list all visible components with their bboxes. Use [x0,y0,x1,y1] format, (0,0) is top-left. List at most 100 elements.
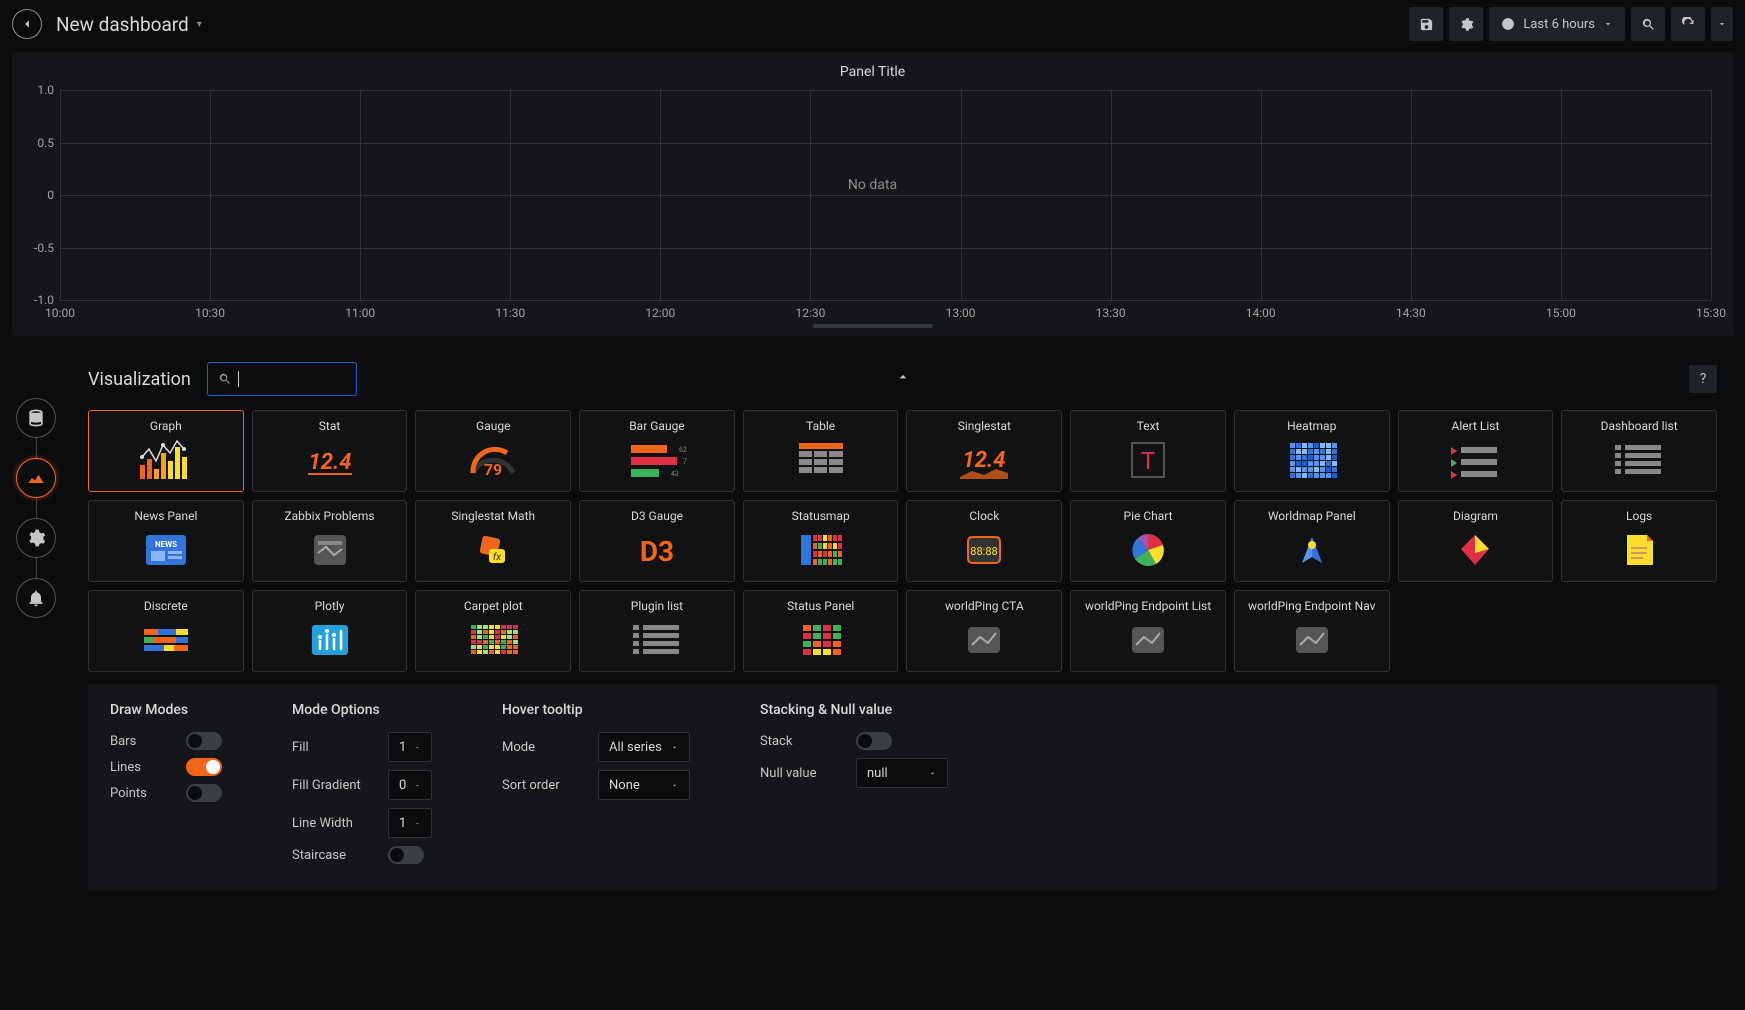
viz-card-worldping-endpoint-nav[interactable]: worldPing Endpoint Nav [1234,590,1390,672]
viz-card-bar-gauge[interactable]: Bar Gauge627843 [579,410,735,492]
points-toggle[interactable] [186,784,222,802]
viz-card-gauge[interactable]: Gauge 79 [415,410,571,492]
viz-card-alert-list[interactable]: Alert List [1398,410,1554,492]
settings-button[interactable] [1449,7,1483,41]
viz-card-news-panel[interactable]: News PanelNEWS [88,500,244,582]
hover-sort-select[interactable]: None [598,770,690,800]
y-tick: 0.5 [20,136,54,150]
y-tick: -0.5 [20,241,54,255]
stack-toggle[interactable] [856,732,892,750]
time-range-picker[interactable]: Last 6 hours [1489,7,1625,41]
nullvalue-select[interactable]: null [856,758,948,788]
rail-queries[interactable] [16,398,56,438]
viz-card-pie-chart[interactable]: Pie Chart [1070,500,1226,582]
viz-card-worldping-endpoint-list[interactable]: worldPing Endpoint List [1070,590,1226,672]
viz-card-label: Table [748,419,894,433]
zoom-out-button[interactable] [1631,7,1665,41]
alertlist-icon [1439,437,1511,483]
hover-mode-select[interactable]: All series [598,732,690,762]
viz-card-label: worldPing Endpoint List [1075,599,1221,613]
refresh-interval-button[interactable] [1711,7,1733,41]
fillgradient-select[interactable]: 0 [388,770,432,800]
viz-card-graph[interactable]: Graph [88,410,244,492]
logs-icon [1603,527,1675,573]
staircase-toggle[interactable] [388,846,424,864]
viz-card-singlestat[interactable]: Singlestat 12.4 [906,410,1062,492]
viz-card-label: Statusmap [748,509,894,523]
viz-card-status-panel[interactable]: Status Panel [743,590,899,672]
svg-text:79: 79 [484,460,502,479]
y-tick: 0 [20,188,54,202]
viz-card-plugin-list[interactable]: Plugin list [579,590,735,672]
viz-card-label: Singlestat [911,419,1057,433]
viz-card-label: Dashboard list [1566,419,1712,433]
svg-text:12.4: 12.4 [308,450,351,475]
graph-icon [130,437,202,483]
viz-card-worldmap-panel[interactable]: Worldmap Panel [1234,500,1390,582]
bars-toggle[interactable] [186,732,222,750]
viz-card-label: Graph [93,419,239,433]
mode-options-heading: Mode Options [292,702,432,718]
x-tick: 15:00 [1546,306,1576,320]
viz-card-label: Worldmap Panel [1239,509,1385,523]
help-button[interactable]: ? [1689,365,1717,393]
section-title: Visualization [88,369,191,390]
lines-toggle[interactable] [186,758,222,776]
fill-select[interactable]: 1 [388,732,432,762]
viz-card-logs[interactable]: Logs [1561,500,1717,582]
viz-card-label: News Panel [93,509,239,523]
viz-card-plotly[interactable]: Plotly [252,590,408,672]
viz-card-discrete[interactable]: Discrete [88,590,244,672]
wp-icon [1112,617,1184,663]
viz-card-singlestat-math[interactable]: Singlestat Mathfx [415,500,571,582]
rail-visualization[interactable] [16,458,56,498]
viz-card-worldping-cta[interactable]: worldPing CTA [906,590,1062,672]
zabbix-icon [294,527,366,573]
viz-card-clock[interactable]: Clock88:88 [906,500,1062,582]
viz-card-label: Clock [911,509,1057,523]
save-button[interactable] [1409,7,1443,41]
bargauge-icon: 627843 [621,437,693,483]
diagram-icon [1439,527,1511,573]
viz-card-carpet-plot[interactable]: Carpet plot [415,590,571,672]
no-data-label: No data [848,177,897,193]
viz-card-heatmap[interactable]: Heatmap [1234,410,1390,492]
viz-card-text[interactable]: TextT [1070,410,1226,492]
ssmath-icon: fx [457,527,529,573]
refresh-button[interactable] [1671,7,1705,41]
viz-card-diagram[interactable]: Diagram [1398,500,1554,582]
x-tick: 11:30 [495,306,525,320]
x-tick: 14:00 [1246,306,1276,320]
rail-alert[interactable] [16,578,56,618]
viz-card-dashboard-list[interactable]: Dashboard list [1561,410,1717,492]
linewidth-select[interactable]: 1 [388,808,432,838]
viz-card-d3-gauge[interactable]: D3 Gauge D3 [579,500,735,582]
d3-icon: D3 [621,527,693,573]
discrete-icon [130,617,202,663]
viz-card-statusmap[interactable]: Statusmap [743,500,899,582]
viz-search[interactable] [207,362,357,396]
plotly-icon [294,617,366,663]
viz-card-stat[interactable]: Stat12.4 [252,410,408,492]
x-tick: 10:00 [45,306,75,320]
plugin-icon [621,617,693,663]
rail-general[interactable] [16,518,56,558]
svg-text:12.4: 12.4 [963,448,1006,473]
back-button[interactable] [12,9,42,39]
topbar: New dashboard▾ Last 6 hours [0,0,1745,48]
dashboard-title[interactable]: New dashboard▾ [56,13,202,36]
resize-handle[interactable] [813,324,933,328]
collapse-button[interactable] [895,369,911,389]
viz-card-label: Diagram [1403,509,1549,523]
viz-card-zabbix-problems[interactable]: Zabbix Problems [252,500,408,582]
wp-icon [1276,617,1348,663]
viz-card-label: Status Panel [748,599,894,613]
statusmap-icon [785,527,857,573]
viz-card-label: Gauge [420,419,566,433]
viz-card-label: Heatmap [1239,419,1385,433]
panel-preview: Panel Title No data 1.00.50-0.5-1.010:00… [12,52,1733,336]
viz-card-table[interactable]: Table [743,410,899,492]
viz-card-label: Plotly [257,599,403,613]
heatmap-icon [1276,437,1348,483]
viz-card-label: D3 Gauge [584,509,730,523]
